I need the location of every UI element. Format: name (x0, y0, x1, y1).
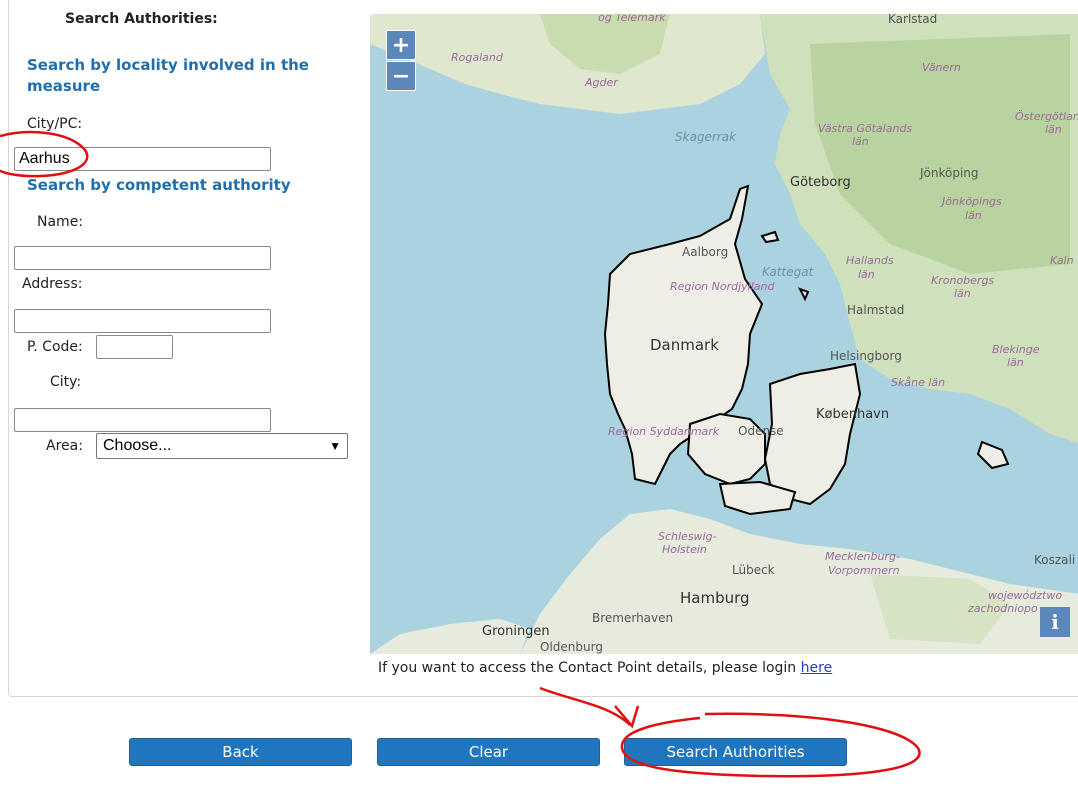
chevron-down-icon: ▼ (329, 439, 341, 453)
info-icon[interactable]: i (1040, 607, 1070, 637)
map-label-goteborg: Göteborg (790, 175, 851, 190)
map-view[interactable]: Skagerrak Kattegat og Telemark Rogaland … (370, 14, 1078, 654)
map-label-blekinge-lan: län (1007, 356, 1024, 369)
map-label-karlstad: Karlstad (888, 14, 937, 26)
map-label-ostergotland-lan: län (1045, 123, 1062, 136)
city-pc-input[interactable] (14, 147, 271, 171)
map-label-halmstad: Halmstad (847, 303, 904, 317)
back-button[interactable]: Back (129, 738, 352, 766)
map-label-jonkopings: Jönköpings (940, 195, 1002, 208)
map-label-agder: Agder (584, 76, 619, 89)
city-pc-label: City/PC: (27, 116, 83, 132)
map-label-schleswig: Schleswig- (658, 530, 717, 543)
annotation-arrow-head (614, 705, 640, 729)
zoom-out-button[interactable]: − (386, 61, 416, 91)
map-label-hamburg: Hamburg (680, 589, 750, 607)
map-label-helsingborg: Helsingborg (830, 349, 902, 363)
map-label-oldenburg: Oldenburg (540, 640, 603, 654)
locality-heading: Search by locality involved in the measu… (27, 56, 309, 95)
map-label-aalborg: Aalborg (682, 245, 728, 259)
area-select[interactable]: Choose... ▼ (96, 433, 348, 459)
map-label-skagerrak: Skagerrak (675, 130, 737, 144)
map-label-jonkopings-lan: län (965, 209, 982, 222)
map-label-holstein: Holstein (662, 543, 707, 556)
zoom-in-button[interactable]: + (386, 30, 416, 60)
map-label-vanern: Vänern (922, 61, 961, 74)
map-label-wojewodztwo: województwo (988, 589, 1062, 602)
map-label-vorpommern: Vorpommern (828, 564, 900, 577)
authority-heading: Search by competent authority (27, 176, 291, 194)
area-select-value: Choose... (103, 437, 172, 454)
name-label: Name: (37, 214, 84, 230)
map-canvas[interactable]: Skagerrak Kattegat og Telemark Rogaland … (370, 14, 1078, 654)
map-label-skane: Skåne län (891, 376, 945, 389)
address-input[interactable] (14, 309, 271, 333)
map-label-danmark: Danmark (650, 336, 719, 354)
map-label-koszalin: Koszali (1034, 553, 1075, 567)
map-label-kronobergs-lan: län (954, 287, 971, 300)
contact-point-text: If you want to access the Contact Point … (378, 660, 797, 676)
map-label-telemark: og Telemark (598, 14, 666, 24)
map-label-kaln: Kaln (1050, 254, 1074, 267)
contact-point-notice: If you want to access the Contact Point … (378, 660, 832, 676)
form-title: Search Authorities: (65, 11, 218, 27)
map-label-mecklenburg: Mecklenburg- (825, 550, 900, 563)
map-label-odense: Odense (738, 424, 784, 438)
map-label-nordjylland: Region Nordjylland (670, 280, 776, 293)
map-label-hallands-lan: län (858, 268, 875, 281)
login-link[interactable]: here (801, 660, 833, 676)
map-label-vastra-lan: län (852, 135, 869, 148)
map-label-kronobergs: Kronobergs (931, 274, 994, 287)
map-label-rogaland: Rogaland (451, 51, 504, 64)
map-label-bremerhaven: Bremerhaven (592, 611, 673, 625)
map-label-syddanmark: Region Syddanmark (608, 425, 720, 438)
map-label-hallands: Hallands (846, 254, 894, 267)
map-label-kobenhavn: København (816, 407, 889, 422)
address-label: Address: (22, 276, 83, 292)
map-label-groningen: Groningen (482, 624, 550, 639)
map-label-lubeck: Lübeck (732, 563, 775, 577)
search-authorities-button[interactable]: Search Authorities (624, 738, 847, 766)
map-label-zachodniopo: zachodniopo (967, 602, 1038, 615)
pcode-input[interactable] (96, 335, 173, 359)
map-label-ostergotland: Östergötland (1015, 110, 1078, 123)
map-label-kattegat: Kattegat (762, 265, 815, 279)
map-label-vastra: Västra Götalands (818, 122, 912, 135)
pcode-label: P. Code: (27, 339, 83, 355)
name-input[interactable] (14, 246, 271, 270)
city-input[interactable] (14, 408, 271, 432)
city-label: City: (50, 374, 82, 390)
map-label-jonkoping: Jönköping (919, 166, 979, 180)
area-label: Area: (46, 438, 83, 454)
clear-button[interactable]: Clear (377, 738, 600, 766)
map-label-blekinge: Blekinge (992, 343, 1040, 356)
